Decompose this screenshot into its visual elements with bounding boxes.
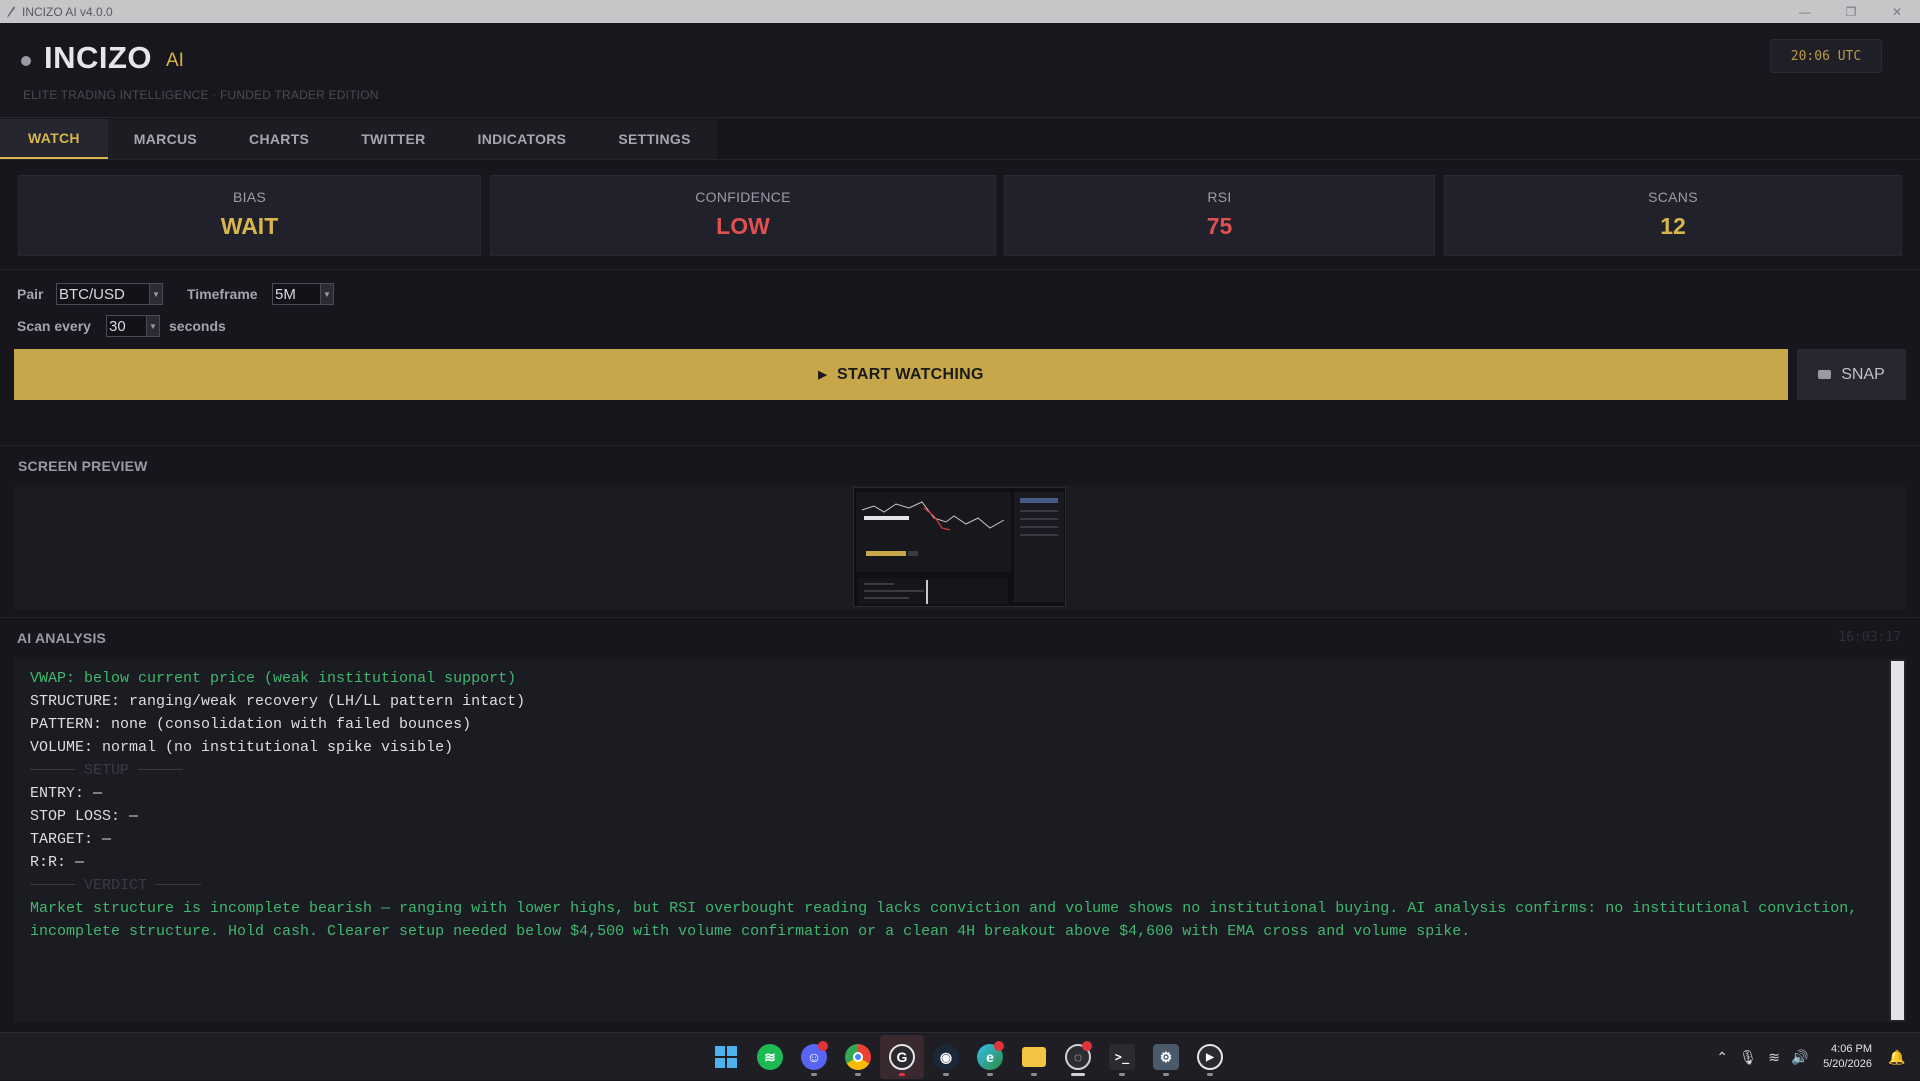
divider <box>0 445 1920 446</box>
media-player-icon[interactable]: ▶ <box>1188 1035 1232 1079</box>
taskbar-apps: ≋ ☺ G ◉ e ◌ >_ ⚙ ▶ <box>704 1033 1232 1081</box>
tab-settings[interactable]: SETTINGS <box>592 119 716 159</box>
bias-value: WAIT <box>220 213 279 239</box>
brand-suffix: AI <box>166 50 184 71</box>
tab-charts[interactable]: CHARTS <box>223 119 335 159</box>
wifi-icon[interactable]: ≋ <box>1761 1049 1787 1066</box>
bias-label: BIAS <box>232 189 267 205</box>
scan-unit-label: seconds <box>169 318 226 334</box>
analysis-line: R:R: — <box>30 854 85 871</box>
incizo-app-icon[interactable]: ◌ <box>1056 1035 1100 1079</box>
analysis-line: VOLUME: normal (no institutional spike v… <box>30 739 454 756</box>
brand-name: INCIZO <box>44 40 153 75</box>
pair-select[interactable]: BTC/USD ▼ <box>56 283 163 305</box>
spotify-icon[interactable]: ≋ <box>748 1035 792 1079</box>
confidence-card: CONFIDENCE LOW <box>490 175 996 256</box>
main-tabs: WATCH MARCUS CHARTS TWITTER INDICATORS S… <box>0 119 717 159</box>
analysis-line: STOP LOSS: — <box>30 808 139 825</box>
confidence-value: LOW <box>716 213 770 239</box>
play-icon: ▶ <box>818 369 828 381</box>
analysis-line: ENTRY: — <box>30 785 103 802</box>
ai-analysis-title: AI ANALYSIS <box>17 630 107 646</box>
file-explorer-icon[interactable] <box>1012 1035 1056 1079</box>
scans-label: SCANS <box>1648 189 1698 205</box>
ai-analysis-text: VWAP: below current price (weak institut… <box>30 667 1870 943</box>
taskbar-clock[interactable]: 4:06 PM 5/20/2026 <box>1823 1042 1872 1072</box>
timeframe-label: Timeframe <box>187 286 258 302</box>
terminal-icon[interactable]: >_ <box>1100 1035 1144 1079</box>
analysis-scrollbar[interactable] <box>1889 659 1906 1022</box>
tab-indicators[interactable]: INDICATORS <box>452 119 593 159</box>
minimize-button[interactable]: — <box>1782 0 1828 23</box>
pair-label: Pair <box>17 286 44 302</box>
scans-card: SCANS 12 <box>1444 175 1902 256</box>
brand-tagline: ELITE TRADING INTELLIGENCE · FUNDED TRAD… <box>23 88 379 102</box>
app-settings-icon[interactable]: ⚙ <box>1144 1035 1188 1079</box>
os-taskbar: ≋ ☺ G ◉ e ◌ >_ ⚙ ▶ ⌃ 🎙 ≋ 🔊 4:06 PM 5/20/… <box>0 1032 1920 1080</box>
tab-watch[interactable]: WATCH <box>0 119 108 159</box>
microphone-icon[interactable]: 🎙 <box>1735 1049 1761 1066</box>
volume-icon[interactable]: 🔊 <box>1787 1049 1813 1066</box>
chevron-down-icon: ▼ <box>320 284 333 304</box>
app-header: INCIZO AI ELITE TRADING INTELLIGENCE · F… <box>0 23 1920 118</box>
analysis-line: STRUCTURE: ranging/weak recovery (LH/LL … <box>30 693 526 710</box>
divider <box>0 617 1920 618</box>
divider <box>0 269 1920 270</box>
scan-interval-label: Scan every <box>17 318 91 334</box>
scrollbar-thumb[interactable] <box>1891 661 1904 1020</box>
scan-interval-select[interactable]: 30 ▼ <box>106 315 160 337</box>
system-tray: ⌃ 🎙 ≋ 🔊 4:06 PM 5/20/2026 🔔 <box>1709 1033 1920 1081</box>
steam-icon[interactable]: ◉ <box>924 1035 968 1079</box>
rsi-value: 75 <box>1206 213 1233 239</box>
scans-value: 12 <box>1660 213 1686 239</box>
tabs-divider <box>0 159 1920 160</box>
taskbar-time: 4:06 PM <box>1831 1043 1872 1055</box>
snap-button[interactable]: SNAP <box>1797 349 1906 400</box>
ai-analysis-panel: VWAP: below current price (weak institut… <box>14 659 1906 1022</box>
confidence-label: CONFIDENCE <box>695 189 791 205</box>
edge-icon[interactable]: e <box>968 1035 1012 1079</box>
start-watching-button[interactable]: ▶ START WATCHING <box>14 349 1788 400</box>
snap-label: SNAP <box>1841 365 1885 383</box>
timeframe-value: 5M <box>275 285 296 303</box>
close-button[interactable]: ✕ <box>1874 0 1920 23</box>
setup-divider: ───── SETUP ───── <box>30 762 184 779</box>
status-indicator <box>21 56 31 66</box>
window-title-bar: INCIZO AI v4.0.0 — ❐ ✕ <box>0 0 1920 23</box>
rsi-card: RSI 75 <box>1004 175 1435 256</box>
start-watching-label: START WATCHING <box>837 365 984 383</box>
chevron-up-icon[interactable]: ⌃ <box>1709 1049 1735 1066</box>
windows-start-icon[interactable] <box>704 1035 748 1079</box>
screen-preview-thumbnail <box>853 487 1066 607</box>
notification-icon[interactable]: 🔔 <box>1884 1049 1910 1066</box>
rsi-label: RSI <box>1207 189 1232 205</box>
pair-value: BTC/USD <box>59 285 125 303</box>
chevron-down-icon: ▼ <box>146 316 159 336</box>
verdict-text: Market structure is incomplete bearish —… <box>30 900 1858 940</box>
app-feather-icon <box>7 5 15 18</box>
window-title: INCIZO AI v4.0.0 <box>22 4 113 19</box>
tab-marcus[interactable]: MARCUS <box>108 119 223 159</box>
maximize-button[interactable]: ❐ <box>1828 0 1874 23</box>
analysis-line: PATTERN: none (consolidation with failed… <box>30 716 472 733</box>
scan-interval-value: 30 <box>109 317 126 335</box>
discord-icon[interactable]: ☺ <box>792 1035 836 1079</box>
bias-card: BIAS WAIT <box>18 175 481 256</box>
analysis-line: TARGET: — <box>30 831 112 848</box>
app-g-icon[interactable]: G <box>880 1035 924 1079</box>
analysis-line: VWAP: below current price (weak institut… <box>30 670 517 687</box>
chevron-down-icon: ▼ <box>149 284 162 304</box>
screen-preview-title: SCREEN PREVIEW <box>18 458 148 474</box>
timeframe-select[interactable]: 5M ▼ <box>272 283 334 305</box>
utc-clock: 20:06 UTC <box>1770 39 1882 73</box>
chrome-icon[interactable] <box>836 1035 880 1079</box>
analysis-timestamp: 16:03:17 <box>1838 630 1901 645</box>
tab-twitter[interactable]: TWITTER <box>335 119 451 159</box>
verdict-divider: ───── VERDICT ───── <box>30 877 202 894</box>
taskbar-date: 5/20/2026 <box>1823 1058 1872 1070</box>
camera-icon <box>1818 370 1832 379</box>
